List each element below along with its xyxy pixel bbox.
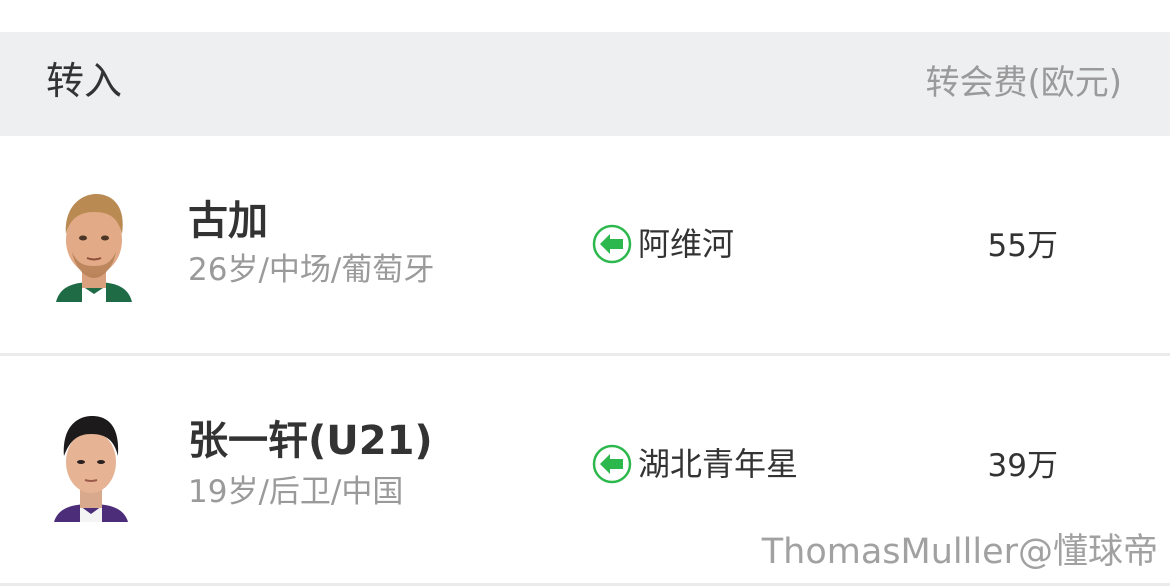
- arrow-left-in-icon: [592, 444, 632, 484]
- row-divider: [0, 583, 1170, 586]
- from-club-name: 阿维河: [638, 225, 735, 263]
- player-photo-icon: [56, 194, 132, 302]
- from-club[interactable]: 阿维河: [592, 222, 734, 266]
- from-club[interactable]: 湖北青年星: [592, 442, 798, 486]
- transfer-in-panel: 转入 转会费(欧元) 古加 26岁/中场/葡萄牙 阿维河 55万 张一轩(U21…: [0, 0, 1170, 588]
- player-meta: 19岁/后卫/中国: [188, 474, 404, 510]
- transfer-fee: 55万: [987, 228, 1058, 264]
- from-club-name: 湖北青年星: [638, 445, 799, 483]
- top-spacer: [0, 0, 1170, 32]
- player-name[interactable]: 张一轩(U21): [188, 416, 433, 466]
- transfer-fee: 39万: [987, 448, 1058, 484]
- player-avatar: [52, 412, 130, 522]
- player-meta: 26岁/中场/葡萄牙: [188, 252, 435, 288]
- player-avatar: [52, 188, 136, 302]
- player-photo-icon: [54, 416, 128, 522]
- section-title: 转入: [46, 59, 123, 103]
- player-name[interactable]: 古加: [188, 196, 268, 246]
- fee-column-label: 转会费(欧元): [925, 63, 1122, 103]
- arrow-left-in-icon: [592, 224, 632, 264]
- watermark: ThomasMulller@懂球帝: [761, 532, 1158, 572]
- transfer-row[interactable]: 古加 26岁/中场/葡萄牙 阿维河 55万: [0, 136, 1170, 356]
